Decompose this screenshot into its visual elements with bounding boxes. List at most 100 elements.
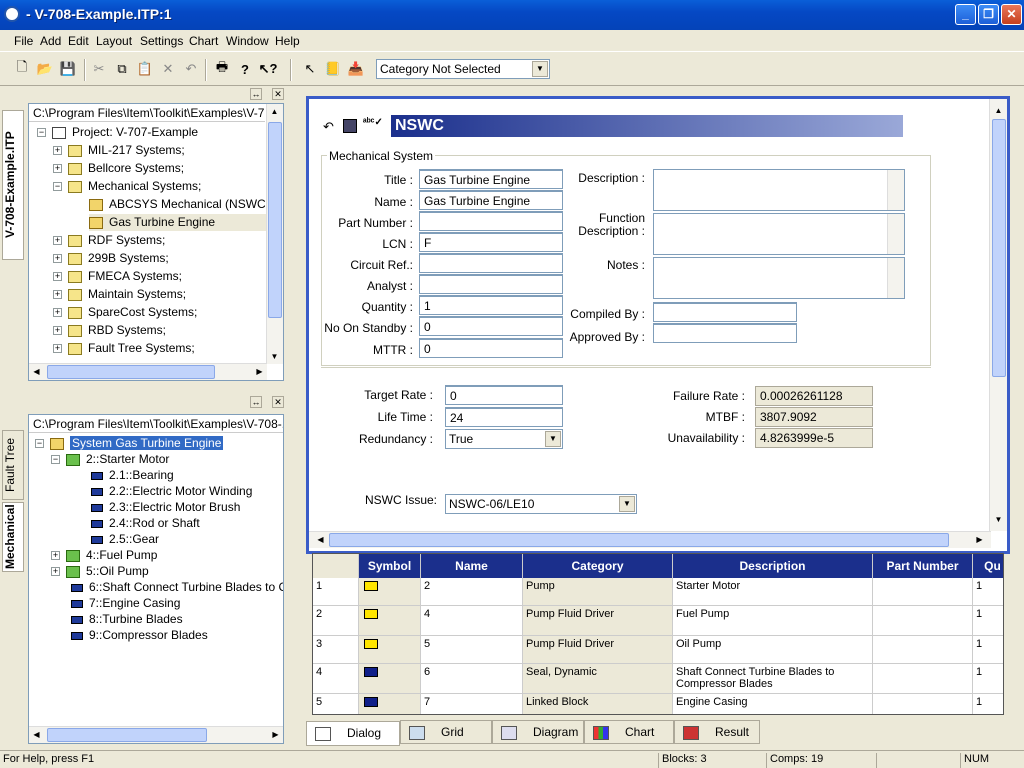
tree-item-motor-winding[interactable]: 2.2::Electric Motor Winding (91, 483, 252, 500)
panel-close-icon[interactable]: ✕ (272, 396, 284, 408)
grid-name-cell[interactable]: 6 (421, 664, 523, 694)
dialog-vscroll[interactable]: ▲ ▼ (989, 99, 1007, 531)
grid-part-cell[interactable] (873, 664, 973, 694)
notes-scrollbar[interactable] (887, 258, 904, 298)
project-tree-vscroll[interactable]: ▲ ▼ (266, 104, 283, 364)
collapse-icon[interactable]: − (53, 182, 62, 192)
expand-icon[interactable]: + (53, 326, 62, 336)
grid-row-number[interactable]: 1 (313, 578, 359, 606)
nswc-issue-select[interactable]: NSWC-06/LE10 ▼ (445, 494, 637, 514)
expand-icon[interactable]: + (51, 551, 60, 561)
panel-pin-icon[interactable]: ↔ (250, 88, 262, 100)
cut-icon[interactable]: ✂ (89, 59, 109, 79)
chevron-down-icon[interactable]: ▼ (545, 431, 561, 447)
chevron-down-icon[interactable]: ▼ (619, 496, 635, 512)
quantity-field[interactable]: 1 (419, 295, 563, 315)
compiled-by-field[interactable] (653, 302, 797, 322)
grid-category-cell[interactable]: Pump (523, 578, 673, 606)
tab-project-file[interactable]: V-708-Example.ITP (2, 110, 24, 260)
tree-item-compressor-blades[interactable]: 9::Compressor Blades (71, 627, 208, 644)
description-field[interactable] (653, 169, 905, 211)
tree-item-starter-motor[interactable]: −2::Starter Motor (51, 451, 169, 468)
tree-item-rbd[interactable]: + RBD Systems; (53, 322, 166, 339)
grid-row-number[interactable]: 4 (313, 664, 359, 694)
calculator-icon[interactable] (343, 119, 357, 133)
life-time-field[interactable]: 24 (445, 407, 563, 427)
tree-item-abcsys[interactable]: ABCSYS Mechanical (NSWC-9 (89, 196, 276, 213)
scroll-left-icon[interactable]: ◀ (29, 364, 44, 379)
scroll-thumb[interactable] (992, 119, 1006, 377)
tree-system-root[interactable]: − System Gas Turbine Engine (35, 435, 224, 452)
tree-item-turbine-blades[interactable]: 8::Turbine Blades (71, 611, 183, 628)
grid-description-cell[interactable]: Starter Motor (673, 578, 873, 606)
tree-item-shaft-connect[interactable]: 6::Shaft Connect Turbine Blades to Co (71, 579, 283, 596)
tab-fault-tree[interactable]: Fault Tree (2, 430, 24, 500)
tab-dialog[interactable]: Dialog (306, 721, 400, 746)
scroll-left-icon[interactable]: ◀ (29, 727, 44, 742)
column-description[interactable]: Description (673, 554, 873, 578)
new-file-icon[interactable]: 🗋 (12, 59, 32, 79)
scroll-right-icon[interactable]: ▶ (268, 727, 283, 742)
scroll-right-icon[interactable]: ▶ (972, 532, 987, 547)
undo-icon[interactable]: ↶ (181, 59, 201, 79)
analyst-field[interactable] (419, 274, 563, 294)
tree-item-maintain[interactable]: + Maintain Systems; (53, 286, 186, 303)
tree-item-fmeca[interactable]: + FMECA Systems; (53, 268, 182, 285)
expand-icon[interactable]: + (51, 567, 60, 577)
tab-grid[interactable]: Grid (400, 720, 492, 744)
scroll-down-icon[interactable]: ▼ (267, 349, 282, 364)
import-icon[interactable]: 📥 (346, 59, 366, 79)
panel-pin-icon[interactable]: ↔ (250, 396, 262, 408)
menu-settings[interactable]: Settings (140, 34, 183, 48)
expand-icon[interactable]: + (53, 344, 62, 354)
collapse-icon[interactable]: − (37, 128, 46, 138)
target-rate-field[interactable]: 0 (445, 385, 563, 405)
delete-icon[interactable]: ✕ (158, 59, 178, 79)
collapse-icon[interactable]: − (51, 455, 60, 465)
help-icon[interactable]: ? (235, 59, 255, 79)
grid-category-cell[interactable]: Seal, Dynamic (523, 664, 673, 694)
paste-icon[interactable]: 📋 (135, 59, 155, 79)
tree-item-gas-turbine[interactable]: Gas Turbine Engine (89, 214, 283, 231)
pointer-icon[interactable]: ↖ (300, 59, 320, 79)
circuit-ref-field[interactable] (419, 253, 563, 273)
grid-category-cell[interactable]: Linked Block (523, 694, 673, 714)
tree-project-root[interactable]: − Project: V-707-Example (37, 124, 198, 141)
tree-item-mechanical[interactable]: − Mechanical Systems; (53, 178, 201, 195)
tab-chart[interactable]: Chart (584, 720, 674, 744)
tab-diagram[interactable]: Diagram (492, 720, 584, 744)
collapse-icon[interactable]: − (35, 439, 44, 449)
scroll-thumb[interactable] (268, 122, 282, 318)
open-folder-icon[interactable]: 📂 (35, 59, 55, 79)
grid-category-cell[interactable]: Pump Fluid Driver (523, 636, 673, 664)
grid-description-cell[interactable]: Shaft Connect Turbine Blades to Compress… (673, 664, 873, 694)
grid-qty-cell[interactable]: 1 (973, 578, 1003, 606)
tree-item-fuel-pump[interactable]: +4::Fuel Pump (51, 547, 157, 564)
column-quantity[interactable]: Qu (973, 554, 1003, 578)
menu-chart[interactable]: Chart (189, 34, 218, 48)
grid-symbol-cell[interactable] (359, 664, 421, 694)
tree-item-gear[interactable]: 2.5::Gear (91, 531, 159, 548)
expand-icon[interactable]: + (53, 290, 62, 300)
menu-file[interactable]: File (14, 34, 33, 48)
title-field[interactable]: Gas Turbine Engine (419, 169, 563, 189)
scroll-thumb[interactable] (329, 533, 949, 547)
book-icon[interactable]: 📒 (323, 59, 343, 79)
menu-layout[interactable]: Layout (96, 34, 132, 48)
grid-symbol-cell[interactable] (359, 694, 421, 714)
grid-qty-cell[interactable]: 1 (973, 664, 1003, 694)
column-part-number[interactable]: Part Number (873, 554, 973, 578)
notes-field[interactable] (653, 257, 905, 299)
expand-icon[interactable]: + (53, 254, 62, 264)
tree-item-motor-brush[interactable]: 2.3::Electric Motor Brush (91, 499, 240, 516)
column-name[interactable]: Name (421, 554, 523, 578)
grid-name-cell[interactable]: 7 (421, 694, 523, 714)
grid-description-cell[interactable]: Fuel Pump (673, 606, 873, 636)
project-tree-hscroll[interactable]: ◀ ▶ (29, 363, 267, 380)
tree-item-bearing[interactable]: 2.1::Bearing (91, 467, 174, 484)
mttr-field[interactable]: 0 (419, 338, 563, 358)
system-tree-hscroll[interactable]: ◀ ▶ (29, 726, 283, 743)
grid-description-cell[interactable]: Engine Casing (673, 694, 873, 714)
grid-row-number[interactable]: 3 (313, 636, 359, 664)
approved-by-field[interactable] (653, 323, 797, 343)
